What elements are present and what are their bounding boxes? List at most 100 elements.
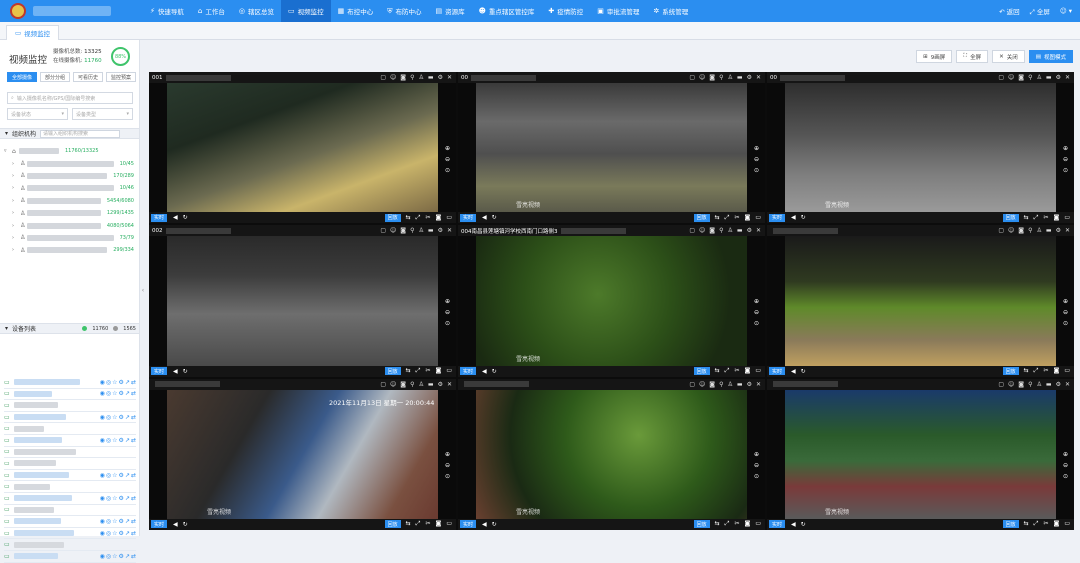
gear-icon[interactable]: ⚙ [747, 74, 752, 81]
arrow-left-icon[interactable]: ◀ [482, 214, 487, 221]
close-icon[interactable]: ✕ [756, 381, 761, 388]
video-cell[interactable]: 004南昌县莲塘镇河学校西南门口路侧3 ▢ ☺ ◙ ⚲ ♙ ▬ ⚙ ✕ 雪亮视频 ⊕ ⊖ ⊙ 实时 ◀ ↻ 回放… [458, 225, 765, 377]
face-icon[interactable]: ☺ [699, 227, 705, 234]
camera-icon[interactable]: ◙ [400, 74, 406, 81]
nav-epidemic[interactable]: ✚ 疫情防控 [541, 0, 590, 22]
gear-icon[interactable]: ⚙ [747, 227, 752, 234]
bike-icon[interactable]: ⚲ [719, 227, 723, 234]
zoom-out-icon[interactable]: ⊖ [445, 156, 450, 163]
record-icon[interactable]: ◎ [106, 553, 111, 560]
scissors-icon[interactable]: ✂ [734, 214, 739, 222]
zoom-in-icon[interactable]: ⊕ [754, 298, 759, 305]
record-icon[interactable]: ◎ [106, 472, 111, 479]
close-icon[interactable]: ✕ [1065, 381, 1070, 388]
live-button[interactable]: 实时 [460, 520, 477, 529]
gear-icon[interactable]: ⚙ [438, 381, 443, 388]
share-icon[interactable]: ↗ [125, 390, 130, 397]
bike-icon[interactable]: ⚲ [719, 381, 723, 388]
snapshot-icon[interactable]: ◙ [745, 367, 751, 375]
settings-icon[interactable]: ⚙ [119, 530, 124, 537]
bike-icon[interactable]: ⚲ [1028, 74, 1032, 81]
star-icon[interactable]: ☆ [112, 472, 117, 479]
link-icon[interactable]: ⇄ [131, 495, 136, 502]
arrow-left-icon[interactable]: ◀ [173, 521, 178, 528]
link-icon[interactable]: ⇄ [131, 518, 136, 525]
device-list-item[interactable]: ▭ [4, 400, 136, 412]
expand-icon[interactable]: › [12, 210, 20, 216]
settings-icon[interactable]: ⚙ [119, 379, 124, 386]
nav-system[interactable]: ✲ 系统管理 [646, 0, 695, 22]
zoom-out-icon[interactable]: ⊖ [1063, 309, 1068, 316]
scissors-icon[interactable]: ✂ [1043, 367, 1048, 375]
tree-node[interactable]: › ♙ 4080/5064 [4, 219, 134, 231]
play-icon[interactable]: ◉ [100, 379, 105, 386]
camera-icon[interactable]: ◙ [400, 227, 406, 234]
tree-node[interactable]: › ♙ 10/45 [4, 157, 134, 169]
zoom-in-icon[interactable]: ⊕ [1063, 298, 1068, 305]
star-icon[interactable]: ☆ [112, 414, 117, 421]
device-list-item[interactable]: ▭ [4, 423, 136, 435]
expand-icon[interactable]: ⤢ [416, 214, 421, 222]
fullscreen-icon[interactable]: ▭ [755, 367, 761, 375]
live-button[interactable]: 实时 [151, 367, 168, 376]
refresh-icon[interactable]: ↻ [183, 214, 188, 221]
person-icon[interactable]: ♙ [728, 74, 733, 81]
replay-button[interactable]: 回放 [693, 367, 710, 376]
expand-icon[interactable]: › [12, 198, 20, 204]
scissors-icon[interactable]: ✂ [425, 214, 430, 222]
video-cell[interactable]: ▢ ☺ ◙ ⚲ ♙ ▬ ⚙ ✕ ⊕ ⊖ ⊙ 实时 ◀ ↻ 回放 ⇆ ⤢ ✂ ◙ ▭ [767, 225, 1074, 377]
close-icon[interactable]: ✕ [447, 381, 452, 388]
live-button[interactable]: 实时 [769, 213, 786, 222]
bike-icon[interactable]: ⚲ [410, 381, 414, 388]
expand-icon[interactable]: ⤢ [1034, 214, 1039, 222]
snapshot-icon[interactable]: ◙ [1054, 214, 1060, 222]
groups-button[interactable]: 部分分组 [40, 72, 71, 82]
zoom-out-icon[interactable]: ⊖ [445, 309, 450, 316]
camera-icon[interactable]: ◙ [709, 74, 715, 81]
camera-icon[interactable]: ◙ [709, 381, 715, 388]
live-button[interactable]: 实时 [769, 520, 786, 529]
tree-node[interactable]: › ♙ 170/289 [4, 170, 134, 182]
expand-icon[interactable]: › [12, 161, 20, 167]
person-icon[interactable]: ♙ [728, 227, 733, 234]
close-all-button[interactable]: ✕ 关闭 [992, 50, 1025, 63]
bike-icon[interactable]: ⚲ [410, 227, 414, 234]
device-list-item[interactable]: ▭ ◉ ◎ ☆ ⚙ ↗ ⇄ [4, 528, 136, 540]
share-icon[interactable]: ↗ [125, 437, 130, 444]
record-icon[interactable]: ◎ [106, 437, 111, 444]
arrow-left-icon[interactable]: ◀ [173, 214, 178, 221]
video-cell[interactable]: ▢ ☺ ◙ ⚲ ♙ ▬ ⚙ ✕ 雪亮视频 ⊕ ⊖ ⊙ 实时 ◀ ↻ 回放 ⇆ ⤢ ✂ ◙ ▭ [458, 378, 765, 530]
compare-icon[interactable]: ⇆ [1024, 520, 1029, 528]
expand-icon[interactable]: › [12, 247, 20, 253]
link-icon[interactable]: ⇄ [131, 472, 136, 479]
car-icon[interactable]: ▬ [428, 74, 434, 81]
plan-button[interactable]: 监控预案 [106, 72, 137, 82]
expand-icon[interactable]: › [12, 185, 20, 191]
car-icon[interactable]: ▬ [737, 227, 743, 234]
zoom-in-icon[interactable]: ⊕ [445, 145, 450, 152]
scissors-icon[interactable]: ✂ [425, 367, 430, 375]
close-icon[interactable]: ✕ [447, 227, 452, 234]
focus-icon[interactable]: ⊙ [1063, 473, 1068, 480]
box-icon[interactable]: ▢ [998, 74, 1004, 81]
video-cell[interactable]: ▢ ☺ ◙ ⚲ ♙ ▬ ⚙ ✕ 2021年11月13日 星期一 20:00:44 雪亮视频 ⊕ ⊖ ⊙ 实… [149, 378, 456, 530]
nav-deploy[interactable]: ▦ 布控中心 [331, 0, 381, 22]
bike-icon[interactable]: ⚲ [1028, 227, 1032, 234]
link-icon[interactable]: ⇄ [131, 437, 136, 444]
zoom-out-icon[interactable]: ⊖ [1063, 462, 1068, 469]
share-icon[interactable]: ↗ [125, 414, 130, 421]
face-icon[interactable]: ☺ [1008, 381, 1014, 388]
play-icon[interactable]: ◉ [100, 553, 105, 560]
zoom-out-icon[interactable]: ⊖ [754, 156, 759, 163]
nav-quick[interactable]: ⚡ 快速导航 [143, 0, 191, 22]
camera-search-input[interactable]: ⌕ 输入摄像机名称/GPS/国际编号搜索 [7, 92, 133, 104]
link-icon[interactable]: ⇄ [131, 530, 136, 537]
snapshot-icon[interactable]: ◙ [436, 214, 442, 222]
close-icon[interactable]: ✕ [1065, 227, 1070, 234]
zoom-in-icon[interactable]: ⊕ [1063, 451, 1068, 458]
share-icon[interactable]: ↗ [125, 379, 130, 386]
box-icon[interactable]: ▢ [689, 381, 695, 388]
star-icon[interactable]: ☆ [112, 530, 117, 537]
compare-icon[interactable]: ⇆ [406, 367, 411, 375]
video-feed[interactable] [476, 236, 747, 366]
